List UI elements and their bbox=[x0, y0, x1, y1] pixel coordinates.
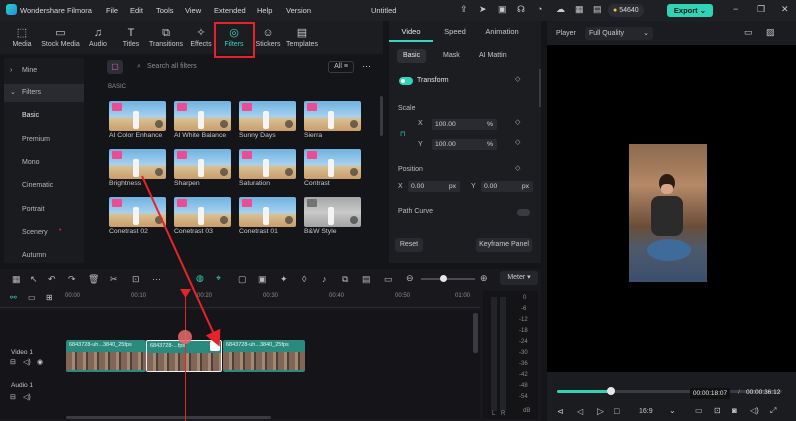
annotation-arrow bbox=[141, 175, 221, 347]
